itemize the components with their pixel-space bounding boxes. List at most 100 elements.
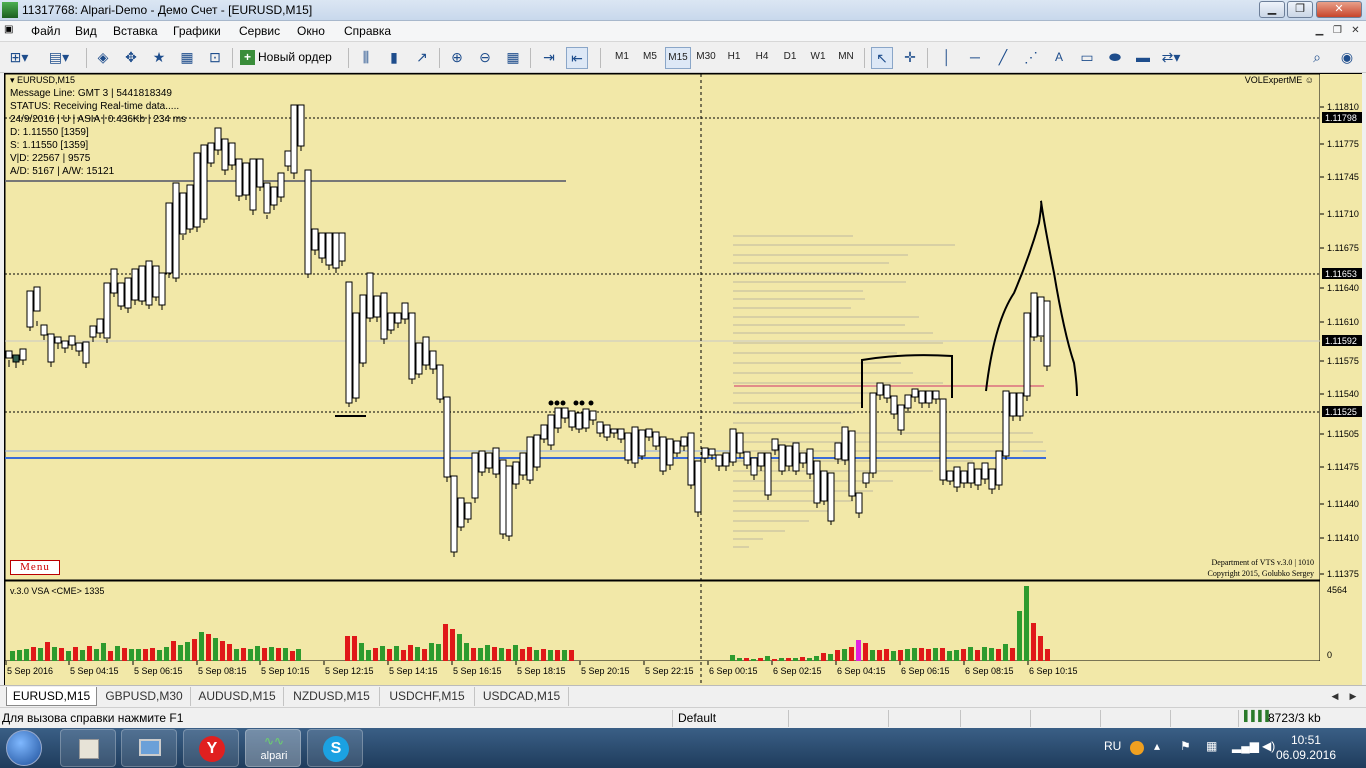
new-order-button[interactable]: + Новый ордер <box>238 47 332 69</box>
time-label: 6 Sep 00:15 <box>709 666 758 676</box>
alpari-terminal-app[interactable]: ∿∿ alpari <box>245 729 301 767</box>
text-object-icon[interactable]: A <box>1048 47 1070 69</box>
volume-bar-up <box>248 649 253 661</box>
candle-bull <box>193 152 201 228</box>
tester-icon[interactable]: ⊡ <box>204 47 226 69</box>
tf-h4[interactable]: H4 <box>749 47 775 69</box>
vertical-line-icon[interactable]: │ <box>936 47 958 69</box>
tab-usdcad-m15[interactable]: USDCAD,M15 <box>475 687 569 706</box>
tab-eurusd-m15[interactable]: EURUSD,M15 <box>6 687 97 706</box>
trendline-icon[interactable]: ╱ <box>992 47 1014 69</box>
time-label: 6 Sep 06:15 <box>901 666 950 676</box>
close-button[interactable]: ✕ <box>1316 1 1362 18</box>
menu-help[interactable]: Справка <box>344 24 391 38</box>
new-chart-icon[interactable]: ⊞▾ <box>8 47 30 69</box>
chart-window[interactable]: 1.11810 1.11798 1.11775 1.11745 1.11710 1.116… <box>4 73 1362 685</box>
system-clock[interactable]: 10:51 06.09.2016 <box>1276 733 1336 763</box>
mdi-close-button[interactable]: ✕ <box>1347 23 1364 39</box>
community-icon[interactable]: ◉ <box>1336 47 1358 69</box>
price-highlight-label: 1.11798 <box>1325 113 1357 123</box>
menu-chart-icon[interactable]: ▣ <box>4 24 13 35</box>
tf-m15[interactable]: M15 <box>665 47 691 69</box>
tf-w1[interactable]: W1 <box>805 47 831 69</box>
tab-gbpusd-m30[interactable]: GBPUSD,M30 <box>98 687 191 706</box>
line-chart-icon[interactable]: ↗ <box>411 47 433 69</box>
ellipse-icon[interactable]: ⬬ <box>1104 47 1126 69</box>
skype-app[interactable]: S <box>307 729 363 767</box>
tab-usdchf-m15[interactable]: USDCHF,M15 <box>380 687 475 706</box>
candle-bull <box>1037 296 1045 337</box>
text-label-icon[interactable]: ▭ <box>1076 47 1098 69</box>
menu-view[interactable]: Вид <box>75 24 97 38</box>
maximize-button[interactable]: ❐ <box>1287 1 1313 18</box>
terminal-icon[interactable]: ▦ <box>176 47 198 69</box>
zoom-in-icon[interactable]: ⊕ <box>446 47 468 69</box>
zoom-out-icon[interactable]: ⊖ <box>474 47 496 69</box>
candle-bull <box>953 466 961 488</box>
volume-bar-down <box>506 649 511 661</box>
search-icon[interactable]: ⌕ <box>1306 47 1328 69</box>
channel-icon[interactable]: ⋰ <box>1020 47 1042 69</box>
tray-flag-icon[interactable]: ⚑ <box>1180 739 1191 753</box>
chart-canvas[interactable]: 1.118101.11798 1.11775 1.11745 1.11710 1.116… <box>4 73 1362 685</box>
explorer-app[interactable] <box>60 729 116 767</box>
menu-charts[interactable]: Графики <box>173 24 221 38</box>
tab-audusd-m15[interactable]: AUDUSD,M15 <box>191 687 284 706</box>
volume-bar-down <box>45 642 50 661</box>
volume-bar-up <box>457 634 462 661</box>
chart-shift-icon[interactable]: ⇤ <box>566 47 588 69</box>
tf-h1[interactable]: H1 <box>721 47 747 69</box>
menu-insert[interactable]: Вставка <box>113 24 158 38</box>
arrows-icon[interactable]: ⇄▾ <box>1160 47 1182 69</box>
bar-chart-icon[interactable]: ⫼ <box>355 47 377 69</box>
profiles-icon[interactable]: ▤▾ <box>48 47 70 69</box>
price-label: 1.11775 <box>1327 139 1359 149</box>
tab-nzdusd-m15[interactable]: NZDUSD,M15 <box>284 687 380 706</box>
volume-bar-down <box>492 647 497 661</box>
minimize-button[interactable]: ▁ <box>1259 1 1285 18</box>
candle-bear <box>12 354 20 363</box>
navigator-icon[interactable]: ✥ <box>120 47 142 69</box>
tab-scroll-right-icon[interactable]: ▶ <box>1346 687 1360 706</box>
menu-window[interactable]: Окно <box>297 24 325 38</box>
menu-file[interactable]: Файл <box>31 24 61 38</box>
candle-bull <box>366 272 374 319</box>
tf-m5[interactable]: M5 <box>637 47 663 69</box>
expert-advisor-label[interactable]: VOLExpertME ☺ <box>1245 75 1314 85</box>
horizontal-line-icon[interactable]: ─ <box>964 47 986 69</box>
info-panel: Message Line: GMT 3 | 5441818349 STATUS:… <box>10 87 186 178</box>
tf-m1[interactable]: M1 <box>609 47 635 69</box>
remote-desktop-app[interactable] <box>121 729 177 767</box>
candle-bull <box>967 462 975 484</box>
volume-icon[interactable]: ◀) <box>1262 739 1275 753</box>
network-icon[interactable]: ▦ <box>1206 739 1217 753</box>
tray-app-icon[interactable] <box>1130 741 1144 755</box>
tray-expand-icon[interactable]: ▴ <box>1154 739 1160 753</box>
indicator-menu-button[interactable]: Menu <box>10 560 60 575</box>
volume-bar-up <box>870 650 875 661</box>
candle-bull <box>659 436 667 472</box>
tf-mn[interactable]: MN <box>833 47 859 69</box>
mdi-minimize-button[interactable]: ▁ <box>1311 23 1328 39</box>
rectangle-icon[interactable]: ▬ <box>1132 47 1154 69</box>
tf-m30[interactable]: M30 <box>693 47 719 69</box>
tile-windows-icon[interactable]: ▦ <box>502 47 524 69</box>
mdi-restore-button[interactable]: ❐ <box>1329 23 1346 39</box>
start-button[interactable] <box>6 730 42 766</box>
favorites-icon[interactable]: ★ <box>148 47 170 69</box>
volume-bar-down <box>772 659 777 661</box>
price-label: 1.11675 <box>1327 243 1359 253</box>
signal-icon[interactable]: ▂▄▆ <box>1232 739 1259 753</box>
candle-bull <box>242 162 250 196</box>
language-indicator[interactable]: RU <box>1104 739 1121 753</box>
market-watch-icon[interactable]: ◈ <box>92 47 114 69</box>
cursor-icon[interactable]: ↖ <box>871 47 893 69</box>
tf-d1[interactable]: D1 <box>777 47 803 69</box>
yandex-browser-app[interactable]: Y <box>183 729 239 767</box>
volume-bar-down <box>192 639 197 661</box>
auto-scroll-icon[interactable]: ⇥ <box>538 47 560 69</box>
crosshair-icon[interactable]: ✛ <box>899 47 921 69</box>
candlestick-icon[interactable]: ▮ <box>383 47 405 69</box>
menu-service[interactable]: Сервис <box>239 24 280 38</box>
tab-scroll-left-icon[interactable]: ◀ <box>1328 687 1342 706</box>
